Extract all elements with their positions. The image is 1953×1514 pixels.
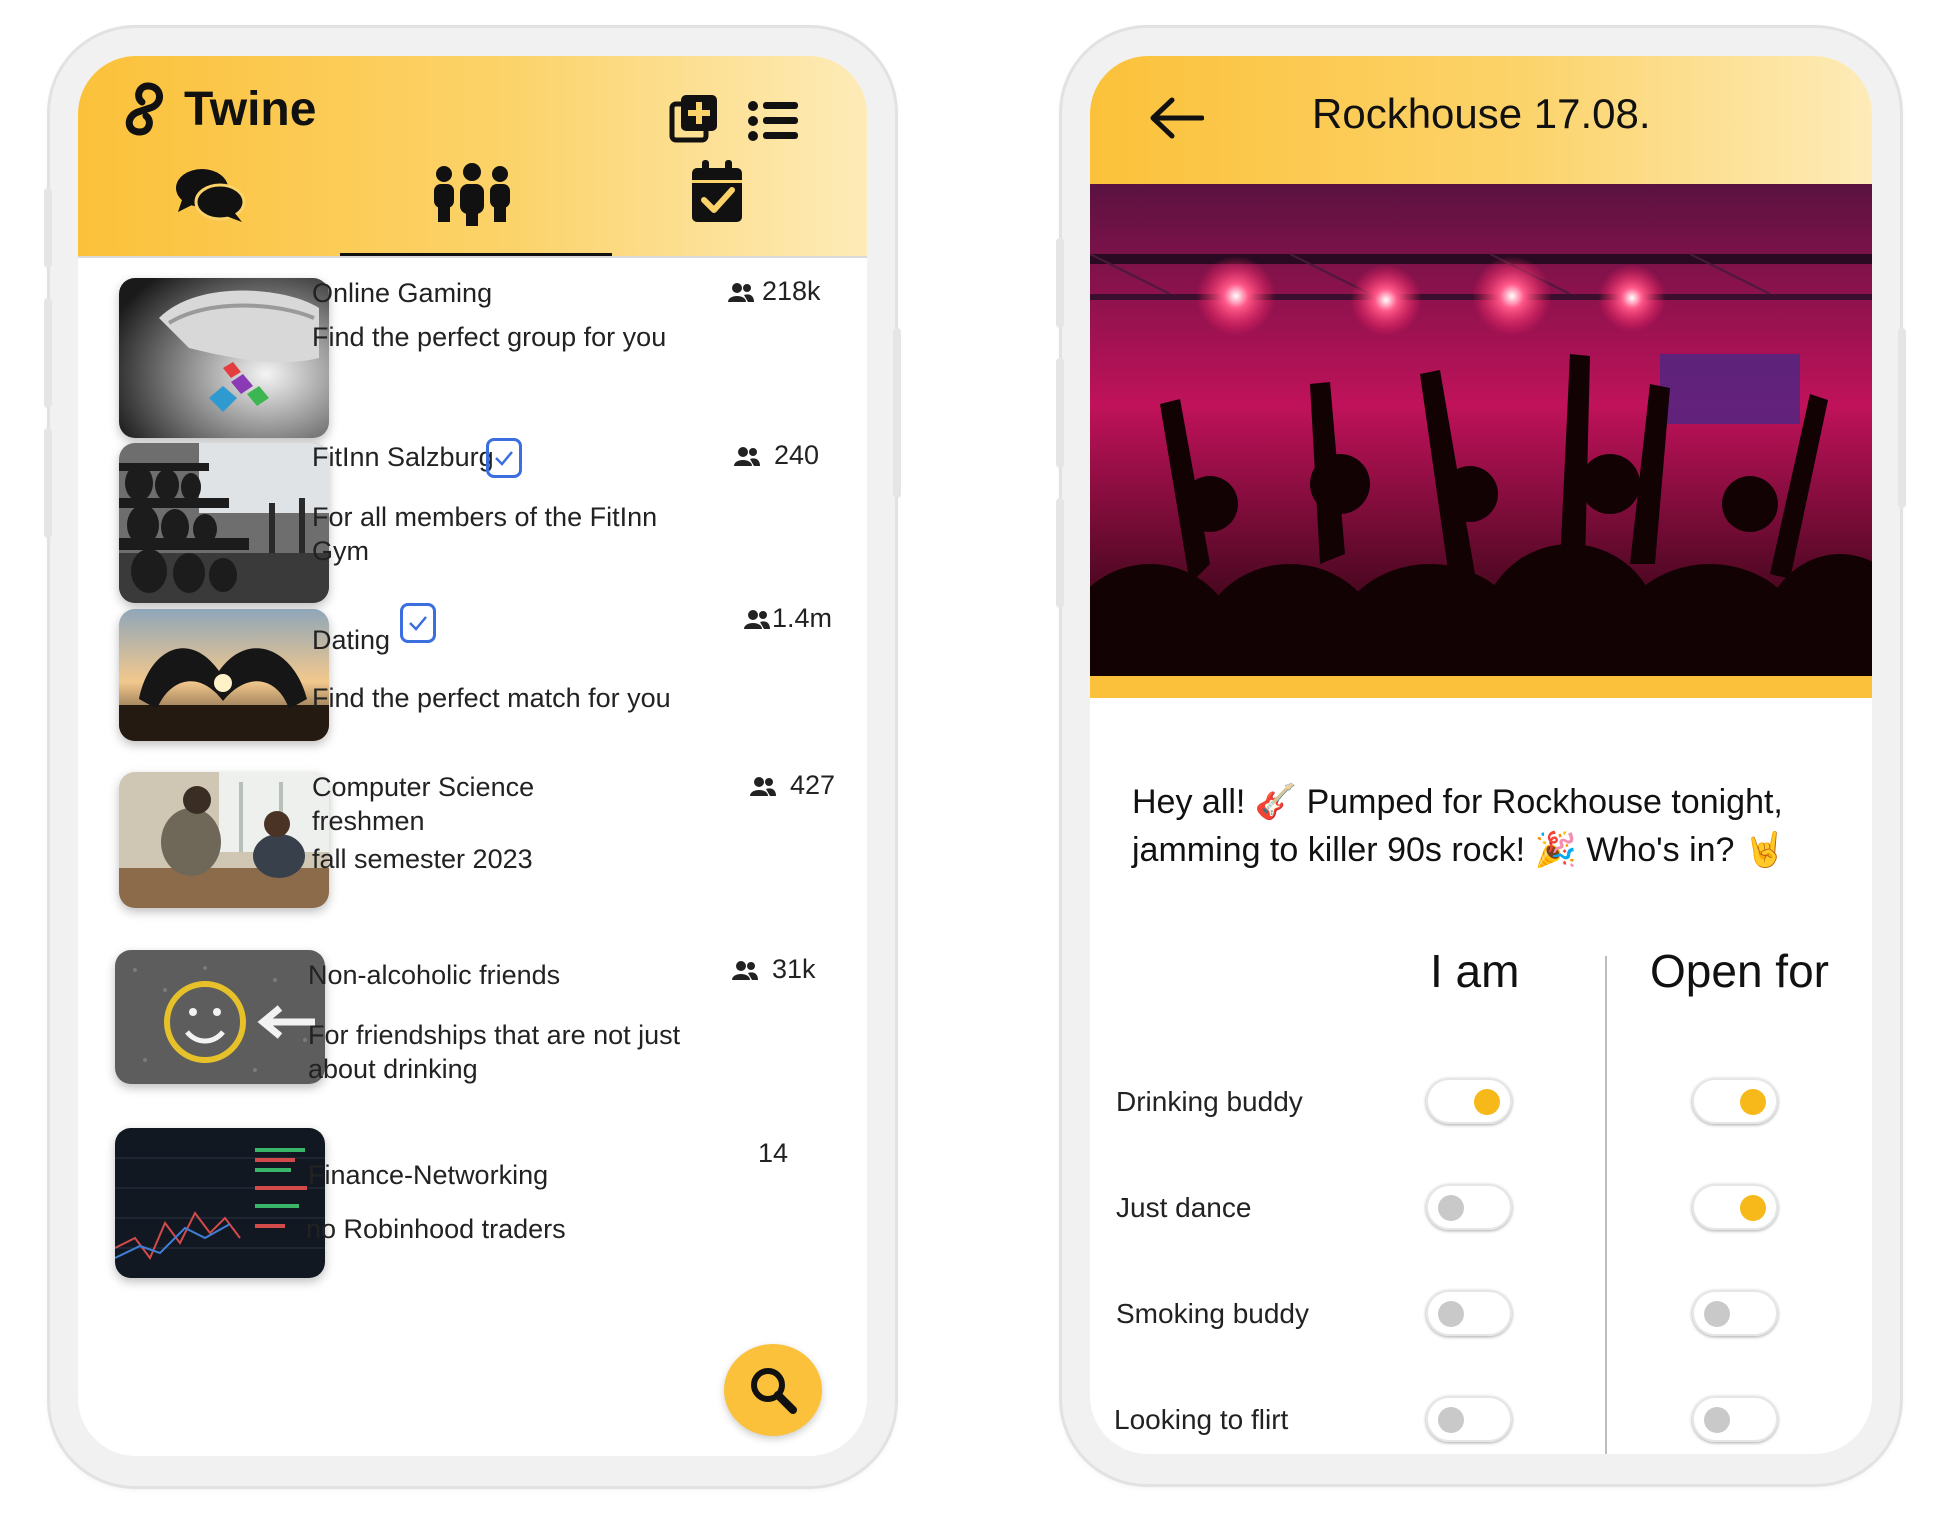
member-count: 427 xyxy=(750,770,835,801)
event-hero-image xyxy=(1090,184,1872,676)
phone-frame-event: Rockhouse 17.08. Hey all! 🎸 Pumped for R… xyxy=(1056,28,1906,1484)
member-count: 14 xyxy=(758,1138,788,1169)
tab-events[interactable] xyxy=(690,160,746,226)
group-image-dating xyxy=(119,609,329,741)
toggle-knob xyxy=(1438,1301,1464,1327)
twine-logo-icon xyxy=(125,82,163,136)
people-icon xyxy=(732,960,758,980)
search-icon xyxy=(751,1368,797,1414)
column-header-i-am: I am xyxy=(1430,945,1520,997)
option-label: Looking to flirt xyxy=(1114,1404,1289,1435)
member-count-value: 240 xyxy=(774,440,820,470)
app-header: Twine xyxy=(78,56,867,256)
toggle-open-for-drinking-buddy[interactable] xyxy=(1692,1078,1778,1124)
calendar-check-icon xyxy=(692,160,742,222)
group-image-finance xyxy=(115,1128,325,1278)
toggle-knob xyxy=(1740,1195,1766,1221)
event-message: Hey all! 🎸 Pumped for Rockhouse tonight,… xyxy=(1132,783,1787,869)
toggle-knob xyxy=(1704,1407,1730,1433)
event-title: Rockhouse 17.08. xyxy=(1312,90,1651,137)
group-description: Find the perfect group for you xyxy=(312,322,667,352)
group-people-icon xyxy=(434,163,510,226)
toggle-knob xyxy=(1438,1195,1464,1221)
list-icon[interactable] xyxy=(748,100,798,142)
verified-check-icon xyxy=(486,438,522,478)
toggle-open-for-looking-to-flirt[interactable] xyxy=(1692,1396,1778,1442)
groups-screen: Twine Online Gaming 218k Find the perfec… xyxy=(78,56,867,1456)
phone-side-button xyxy=(44,298,52,408)
group-image-cs-freshmen xyxy=(119,772,329,908)
tab-chats[interactable] xyxy=(174,166,254,226)
member-count: 218k xyxy=(728,276,821,307)
toggle-i-am-drinking-buddy[interactable] xyxy=(1426,1078,1512,1124)
phone-side-button xyxy=(1898,328,1906,508)
phone-side-button xyxy=(893,328,901,498)
people-icon xyxy=(750,776,776,796)
people-icon xyxy=(744,609,770,629)
search-fab[interactable] xyxy=(724,1344,822,1436)
add-group-icon[interactable] xyxy=(668,92,720,144)
group-description: fall semester 2023 xyxy=(312,844,533,874)
toggle-open-for-just-dance[interactable] xyxy=(1692,1184,1778,1230)
member-count-value: 218k xyxy=(762,276,821,306)
group-image-gaming xyxy=(119,278,329,438)
group-title: Dating xyxy=(312,625,391,655)
list-item[interactable]: FitInn Salzburg 240 For all members of t… xyxy=(78,438,867,603)
member-count-value: 14 xyxy=(758,1138,789,1168)
verified-check-icon xyxy=(400,603,436,643)
group-image-gym xyxy=(119,443,329,603)
chat-bubbles-icon xyxy=(176,169,246,222)
toggle-i-am-looking-to-flirt[interactable] xyxy=(1426,1396,1512,1442)
group-title: Non-alcoholic friends xyxy=(308,960,561,990)
group-list[interactable]: Online Gaming 218k Find the perfect grou… xyxy=(78,258,867,1456)
member-count: 240 xyxy=(734,440,819,471)
brand: Twine xyxy=(118,78,316,140)
people-icon xyxy=(728,282,754,302)
member-count-value: 427 xyxy=(790,770,836,800)
toggle-knob xyxy=(1474,1089,1500,1115)
member-count-value: 1.4m xyxy=(772,603,833,633)
phone-side-button xyxy=(44,428,52,538)
phone-side-button xyxy=(1056,238,1064,328)
app-name: Twine xyxy=(184,82,317,136)
option-label: Drinking buddy xyxy=(1116,1086,1303,1117)
event-screen: Rockhouse 17.08. Hey all! 🎸 Pumped for R… xyxy=(1090,56,1872,1454)
list-item[interactable]: Finance-Networking 14 no Robinhood trade… xyxy=(78,1118,867,1318)
group-title: FitInn Salzburg xyxy=(312,442,494,472)
toggle-i-am-just-dance[interactable] xyxy=(1426,1184,1512,1230)
group-description: no Robinhood traders xyxy=(306,1214,566,1244)
phone-side-button xyxy=(1056,498,1064,608)
list-item[interactable]: Computer Science freshmen 427 fall semes… xyxy=(78,766,867,936)
group-title: Computer Science freshmen xyxy=(312,772,535,836)
people-icon xyxy=(734,446,760,466)
group-title: Online Gaming xyxy=(312,278,493,308)
column-divider xyxy=(1605,956,1607,1454)
accent-bar xyxy=(1090,676,1872,698)
option-label: Smoking buddy xyxy=(1116,1298,1310,1329)
member-count: 1.4m xyxy=(744,603,832,634)
phone-frame-groups: Twine Online Gaming 218k Find the perfec… xyxy=(44,28,901,1486)
option-label: Just dance xyxy=(1116,1192,1252,1223)
member-count: 31k xyxy=(732,954,816,985)
group-description: Find the perfect match for you xyxy=(312,683,671,713)
group-description: For all members of the FitInn Gym xyxy=(312,502,658,566)
phone-side-button xyxy=(44,188,52,268)
group-description: For friendships that are not just about … xyxy=(308,1020,681,1084)
back-arrow-icon[interactable] xyxy=(1148,96,1204,140)
list-item[interactable]: Online Gaming 218k Find the perfect grou… xyxy=(78,258,867,438)
toggle-knob xyxy=(1740,1089,1766,1115)
toggle-knob xyxy=(1704,1301,1730,1327)
member-count-value: 31k xyxy=(772,954,816,984)
list-item[interactable]: Dating 1.4m Find the perfect match for y… xyxy=(78,603,867,763)
toggle-i-am-smoking-buddy[interactable] xyxy=(1426,1290,1512,1336)
tab-groups[interactable] xyxy=(430,162,514,228)
phone-side-button xyxy=(1056,358,1064,468)
event-header: Rockhouse 17.08. xyxy=(1090,56,1872,184)
group-image-non-alcoholic xyxy=(115,950,325,1084)
toggle-open-for-smoking-buddy[interactable] xyxy=(1692,1290,1778,1336)
list-item[interactable]: Non-alcoholic friends 31k For friendship… xyxy=(78,938,867,1108)
column-header-open-for: Open for xyxy=(1650,945,1829,997)
group-title: Finance-Networking xyxy=(308,1160,549,1190)
toggle-knob xyxy=(1438,1407,1464,1433)
